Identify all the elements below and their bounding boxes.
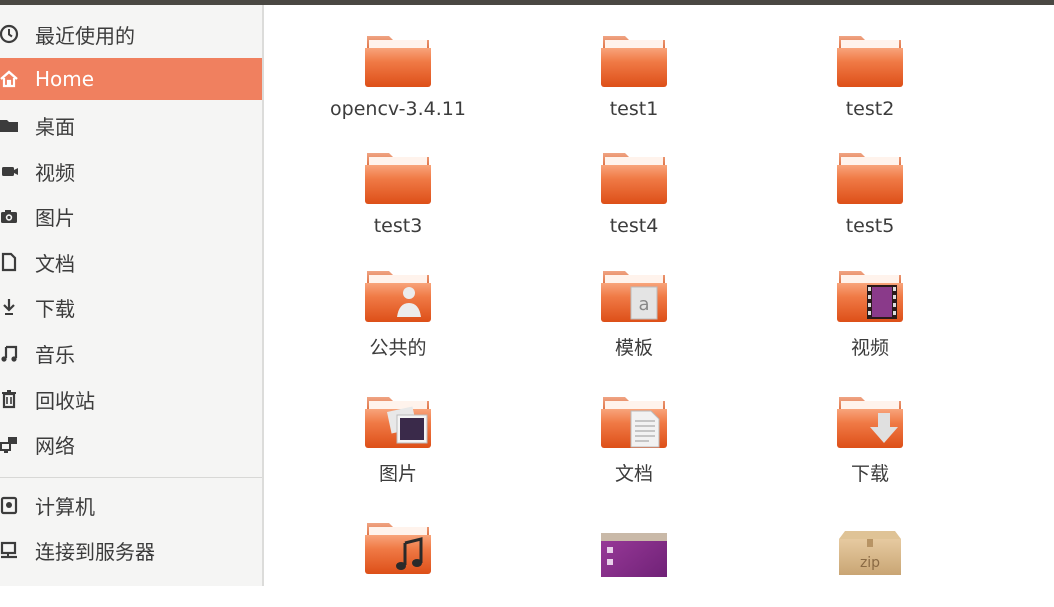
- file-item[interactable]: opencv-3.4.11: [298, 10, 498, 120]
- file-name: test3: [373, 215, 423, 237]
- trash-icon: [0, 386, 22, 412]
- computer-drive-icon: [0, 492, 22, 518]
- camera-icon: [0, 203, 22, 229]
- zip-archive-icon: zip: [835, 517, 905, 577]
- file-item[interactable]: 下载: [770, 371, 970, 485]
- video-camera-icon: [0, 158, 22, 184]
- svg-text:a: a: [638, 294, 649, 315]
- file-item[interactable]: [534, 497, 734, 607]
- downloads-folder-icon: [835, 391, 905, 451]
- sidebar-item-label: 下载: [35, 296, 75, 321]
- file-name: test5: [845, 215, 895, 237]
- desktop-app-icon: [599, 517, 669, 577]
- file-item[interactable]: test1: [534, 10, 734, 120]
- sidebar-item-label: 最近使用的: [35, 23, 135, 48]
- folder-icon: [599, 30, 669, 90]
- folder-icon: [599, 147, 669, 207]
- download-icon: [0, 294, 22, 320]
- file-name: test4: [609, 215, 659, 237]
- file-name: opencv-3.4.11: [330, 98, 466, 120]
- sidebar-item-desktop[interactable]: 桌面: [0, 104, 262, 146]
- network-icon: [0, 431, 22, 457]
- clock-icon: [0, 21, 22, 47]
- documents-folder-icon: [599, 391, 669, 451]
- file-item[interactable]: 公共的: [298, 245, 498, 359]
- folder-icon: [363, 147, 433, 207]
- file-item[interactable]: 视频: [770, 245, 970, 359]
- svg-text:zip: zip: [860, 555, 880, 571]
- file-item[interactable]: 文档: [534, 371, 734, 485]
- sidebar-item-label: 连接到服务器: [35, 539, 155, 564]
- sidebar-item-label: 计算机: [35, 494, 95, 519]
- sidebar-divider: [0, 477, 262, 478]
- file-item[interactable]: zip: [770, 497, 970, 607]
- sidebar-item-label: 回收站: [35, 388, 95, 413]
- file-name: test1: [609, 98, 659, 120]
- file-item[interactable]: test4: [534, 127, 734, 237]
- sidebar-item-label: 视频: [35, 160, 75, 185]
- sidebar-item-music[interactable]: 音乐: [0, 332, 262, 374]
- sidebar-item-label: 音乐: [35, 342, 75, 367]
- sidebar-item-connect-server[interactable]: 连接到服务器: [0, 529, 262, 571]
- file-name: 图片: [378, 463, 417, 485]
- sidebar-item-network[interactable]: 网络: [0, 423, 262, 465]
- sidebar-item-recent[interactable]: 最近使用的: [0, 13, 262, 55]
- file-name: 模板: [614, 337, 653, 359]
- file-name: test2: [845, 98, 895, 120]
- sidebar-item-trash[interactable]: 回收站: [0, 378, 262, 420]
- music-folder-icon: [363, 517, 433, 577]
- music-note-icon: [0, 340, 22, 366]
- sidebar-item-videos[interactable]: 视频: [0, 150, 262, 192]
- templates-folder-icon: a: [599, 265, 669, 325]
- public-folder-icon: [363, 265, 433, 325]
- sidebar-item-label: 网络: [35, 433, 75, 458]
- sidebar-item-downloads[interactable]: 下载: [0, 286, 262, 328]
- file-item[interactable]: 图片: [298, 371, 498, 485]
- file-item[interactable]: test2: [770, 10, 970, 120]
- file-item[interactable]: [298, 497, 498, 607]
- sidebar-item-label: 文档: [35, 251, 75, 276]
- sidebar-item-documents[interactable]: 文档: [0, 241, 262, 283]
- file-name: 视频: [850, 337, 889, 359]
- sidebar-item-label: 桌面: [35, 114, 75, 139]
- file-item[interactable]: a 模板: [534, 245, 734, 359]
- sidebar-item-label: 图片: [35, 205, 75, 230]
- file-view: opencv-3.4.11 test1 test2 test3 test4 te…: [264, 5, 1054, 586]
- folder-icon: [835, 30, 905, 90]
- desktop-folder-icon: [0, 112, 22, 138]
- sidebar: 最近使用的 Home 桌面 视频 图片 文档 下载 音乐 回收站 网络 计算机 …: [0, 5, 262, 586]
- home-icon: [0, 66, 22, 92]
- file-name: 文档: [614, 463, 653, 485]
- file-item[interactable]: test5: [770, 127, 970, 237]
- server-connect-icon: [0, 537, 22, 563]
- file-name: 公共的: [369, 337, 427, 359]
- sidebar-item-home[interactable]: Home: [0, 58, 262, 100]
- folder-icon: [363, 30, 433, 90]
- sidebar-item-label: Home: [35, 67, 95, 91]
- videos-folder-icon: [835, 265, 905, 325]
- file-name: 下载: [850, 463, 889, 485]
- file-item[interactable]: test3: [298, 127, 498, 237]
- document-icon: [0, 249, 22, 275]
- pictures-folder-icon: [363, 391, 433, 451]
- folder-icon: [835, 147, 905, 207]
- sidebar-item-computer[interactable]: 计算机: [0, 484, 262, 526]
- sidebar-item-pictures[interactable]: 图片: [0, 195, 262, 237]
